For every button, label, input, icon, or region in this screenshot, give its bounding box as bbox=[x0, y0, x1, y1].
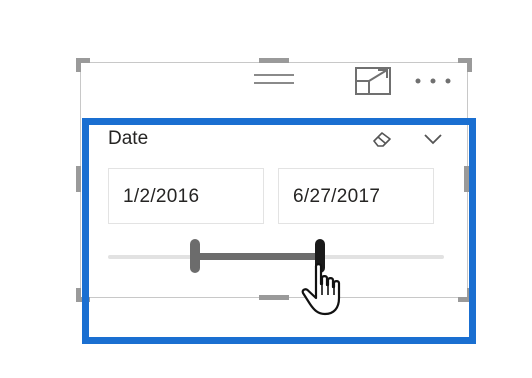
date-slicer[interactable] bbox=[82, 118, 476, 344]
canvas: Date 1/2/2016 6/27/2017 bbox=[0, 0, 532, 378]
resize-handle-top[interactable] bbox=[259, 58, 289, 63]
drag-handle-icon[interactable] bbox=[253, 71, 295, 89]
resize-handle-left[interactable] bbox=[76, 166, 81, 192]
start-date-input[interactable]: 1/2/2016 bbox=[108, 168, 264, 224]
more-options-icon[interactable] bbox=[410, 66, 456, 96]
range-start-handle[interactable] bbox=[190, 239, 201, 273]
chevron-down-icon[interactable] bbox=[422, 130, 444, 148]
slicer-title: Date bbox=[108, 128, 149, 149]
focus-mode-icon[interactable] bbox=[354, 66, 392, 96]
eraser-icon[interactable] bbox=[370, 128, 394, 150]
range-end-handle[interactable] bbox=[314, 239, 325, 273]
date-range-selected-fill bbox=[195, 253, 320, 260]
end-date-input[interactable]: 6/27/2017 bbox=[278, 168, 434, 224]
